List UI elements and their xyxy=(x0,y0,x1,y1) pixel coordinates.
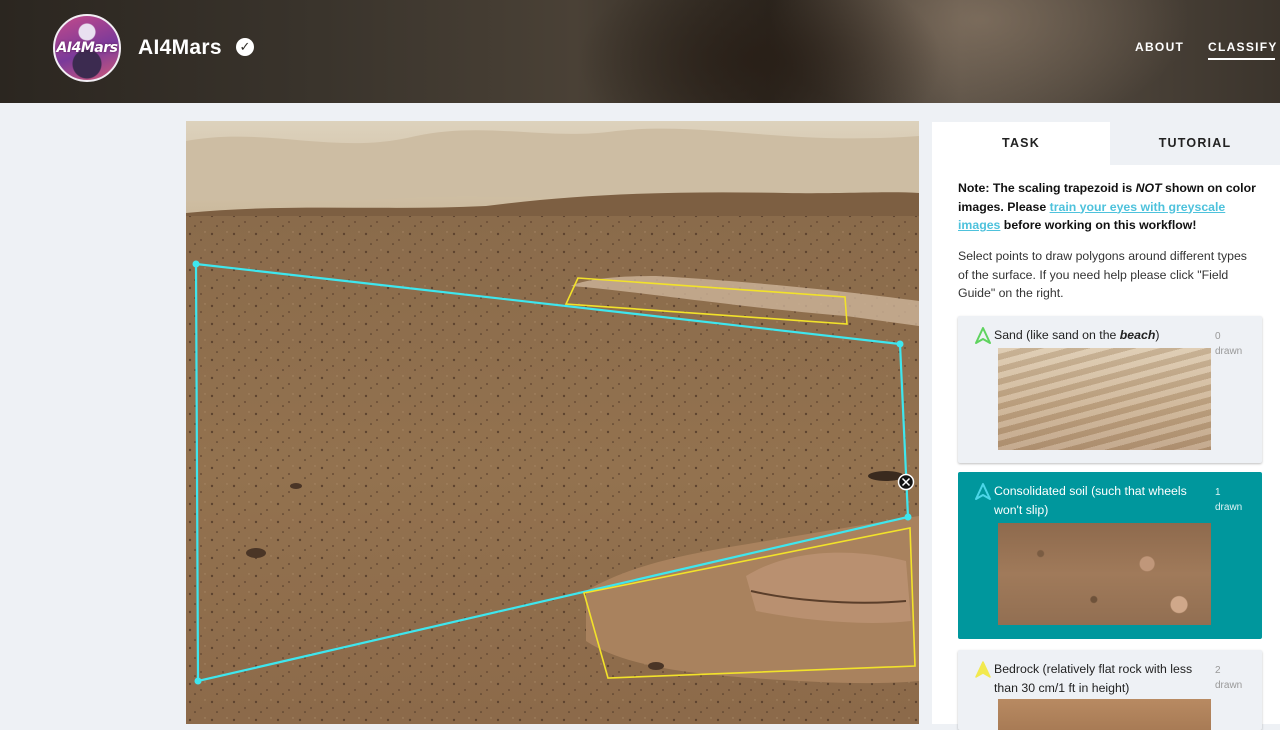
subject-image-canvas[interactable] xyxy=(186,121,919,724)
bedrock-tool-icon xyxy=(975,661,991,678)
check-circle-icon: ✓ xyxy=(236,38,254,56)
mars-terrain-image[interactable] xyxy=(186,121,919,724)
tool-option-bedrock[interactable]: Bedrock (relatively flat rock with less … xyxy=(958,650,1262,730)
bedrock-count-unit: drawn xyxy=(1215,680,1243,691)
project-header: AI4Mars AI4Mars ✓ ABOUT CLASSIFY xyxy=(0,0,1280,103)
project-logo[interactable]: AI4Mars xyxy=(53,14,121,82)
sand-count-unit: drawn xyxy=(1215,346,1243,357)
sand-drawn-count: 0 drawn xyxy=(1215,329,1255,359)
workflow-note: Note: The scaling trapezoid is NOT shown… xyxy=(958,179,1268,235)
nav-about-link[interactable]: ABOUT xyxy=(1135,40,1184,54)
project-title[interactable]: AI4Mars xyxy=(138,36,222,60)
sand-example-image xyxy=(998,348,1211,450)
active-nav-underline xyxy=(1208,58,1275,60)
note-prefix: Note: The scaling trapezoid is xyxy=(958,181,1136,195)
tab-tutorial[interactable]: TUTORIAL xyxy=(1110,122,1280,165)
sand-tool-icon xyxy=(975,327,991,344)
delete-polygon-icon[interactable] xyxy=(897,473,915,491)
logo-text: AI4Mars xyxy=(56,40,118,56)
bedrock-drawn-count: 2 drawn xyxy=(1215,663,1255,693)
soil-example-image xyxy=(998,523,1211,625)
bedrock-count-value: 2 xyxy=(1215,665,1221,676)
tab-task[interactable]: TASK xyxy=(932,122,1110,165)
sand-label: Sand (like sand on the beach) xyxy=(994,326,1209,345)
soil-count-value: 1 xyxy=(1215,487,1221,498)
tool-option-consolidated-soil[interactable]: Consolidated soil (such that wheels won'… xyxy=(958,472,1262,639)
soil-tool-icon xyxy=(975,483,991,500)
sand-label-prefix: Sand (like sand on the xyxy=(994,328,1120,342)
task-panel: TASK TUTORIAL Note: The scaling trapezoi… xyxy=(932,122,1280,730)
tool-option-sand[interactable]: Sand (like sand on the beach) 0 drawn xyxy=(958,316,1262,463)
note-suffix: before working on this workflow! xyxy=(1000,218,1197,232)
note-emphasis: NOT xyxy=(1135,181,1162,195)
nav-classify-link[interactable]: CLASSIFY xyxy=(1208,40,1278,54)
task-tabs: TASK TUTORIAL xyxy=(932,122,1280,165)
bedrock-example-image xyxy=(998,699,1211,730)
task-instructions: Select points to draw polygons around di… xyxy=(958,249,1247,300)
soil-drawn-count: 1 drawn xyxy=(1215,485,1255,515)
sand-label-emphasis: beach xyxy=(1119,328,1156,342)
soil-count-unit: drawn xyxy=(1215,502,1243,513)
bedrock-label: Bedrock (relatively flat rock with less … xyxy=(994,662,1193,695)
soil-label: Consolidated soil (such that wheels won'… xyxy=(994,484,1187,517)
sand-label-suffix: ) xyxy=(1155,328,1160,342)
sand-count-value: 0 xyxy=(1215,331,1221,342)
